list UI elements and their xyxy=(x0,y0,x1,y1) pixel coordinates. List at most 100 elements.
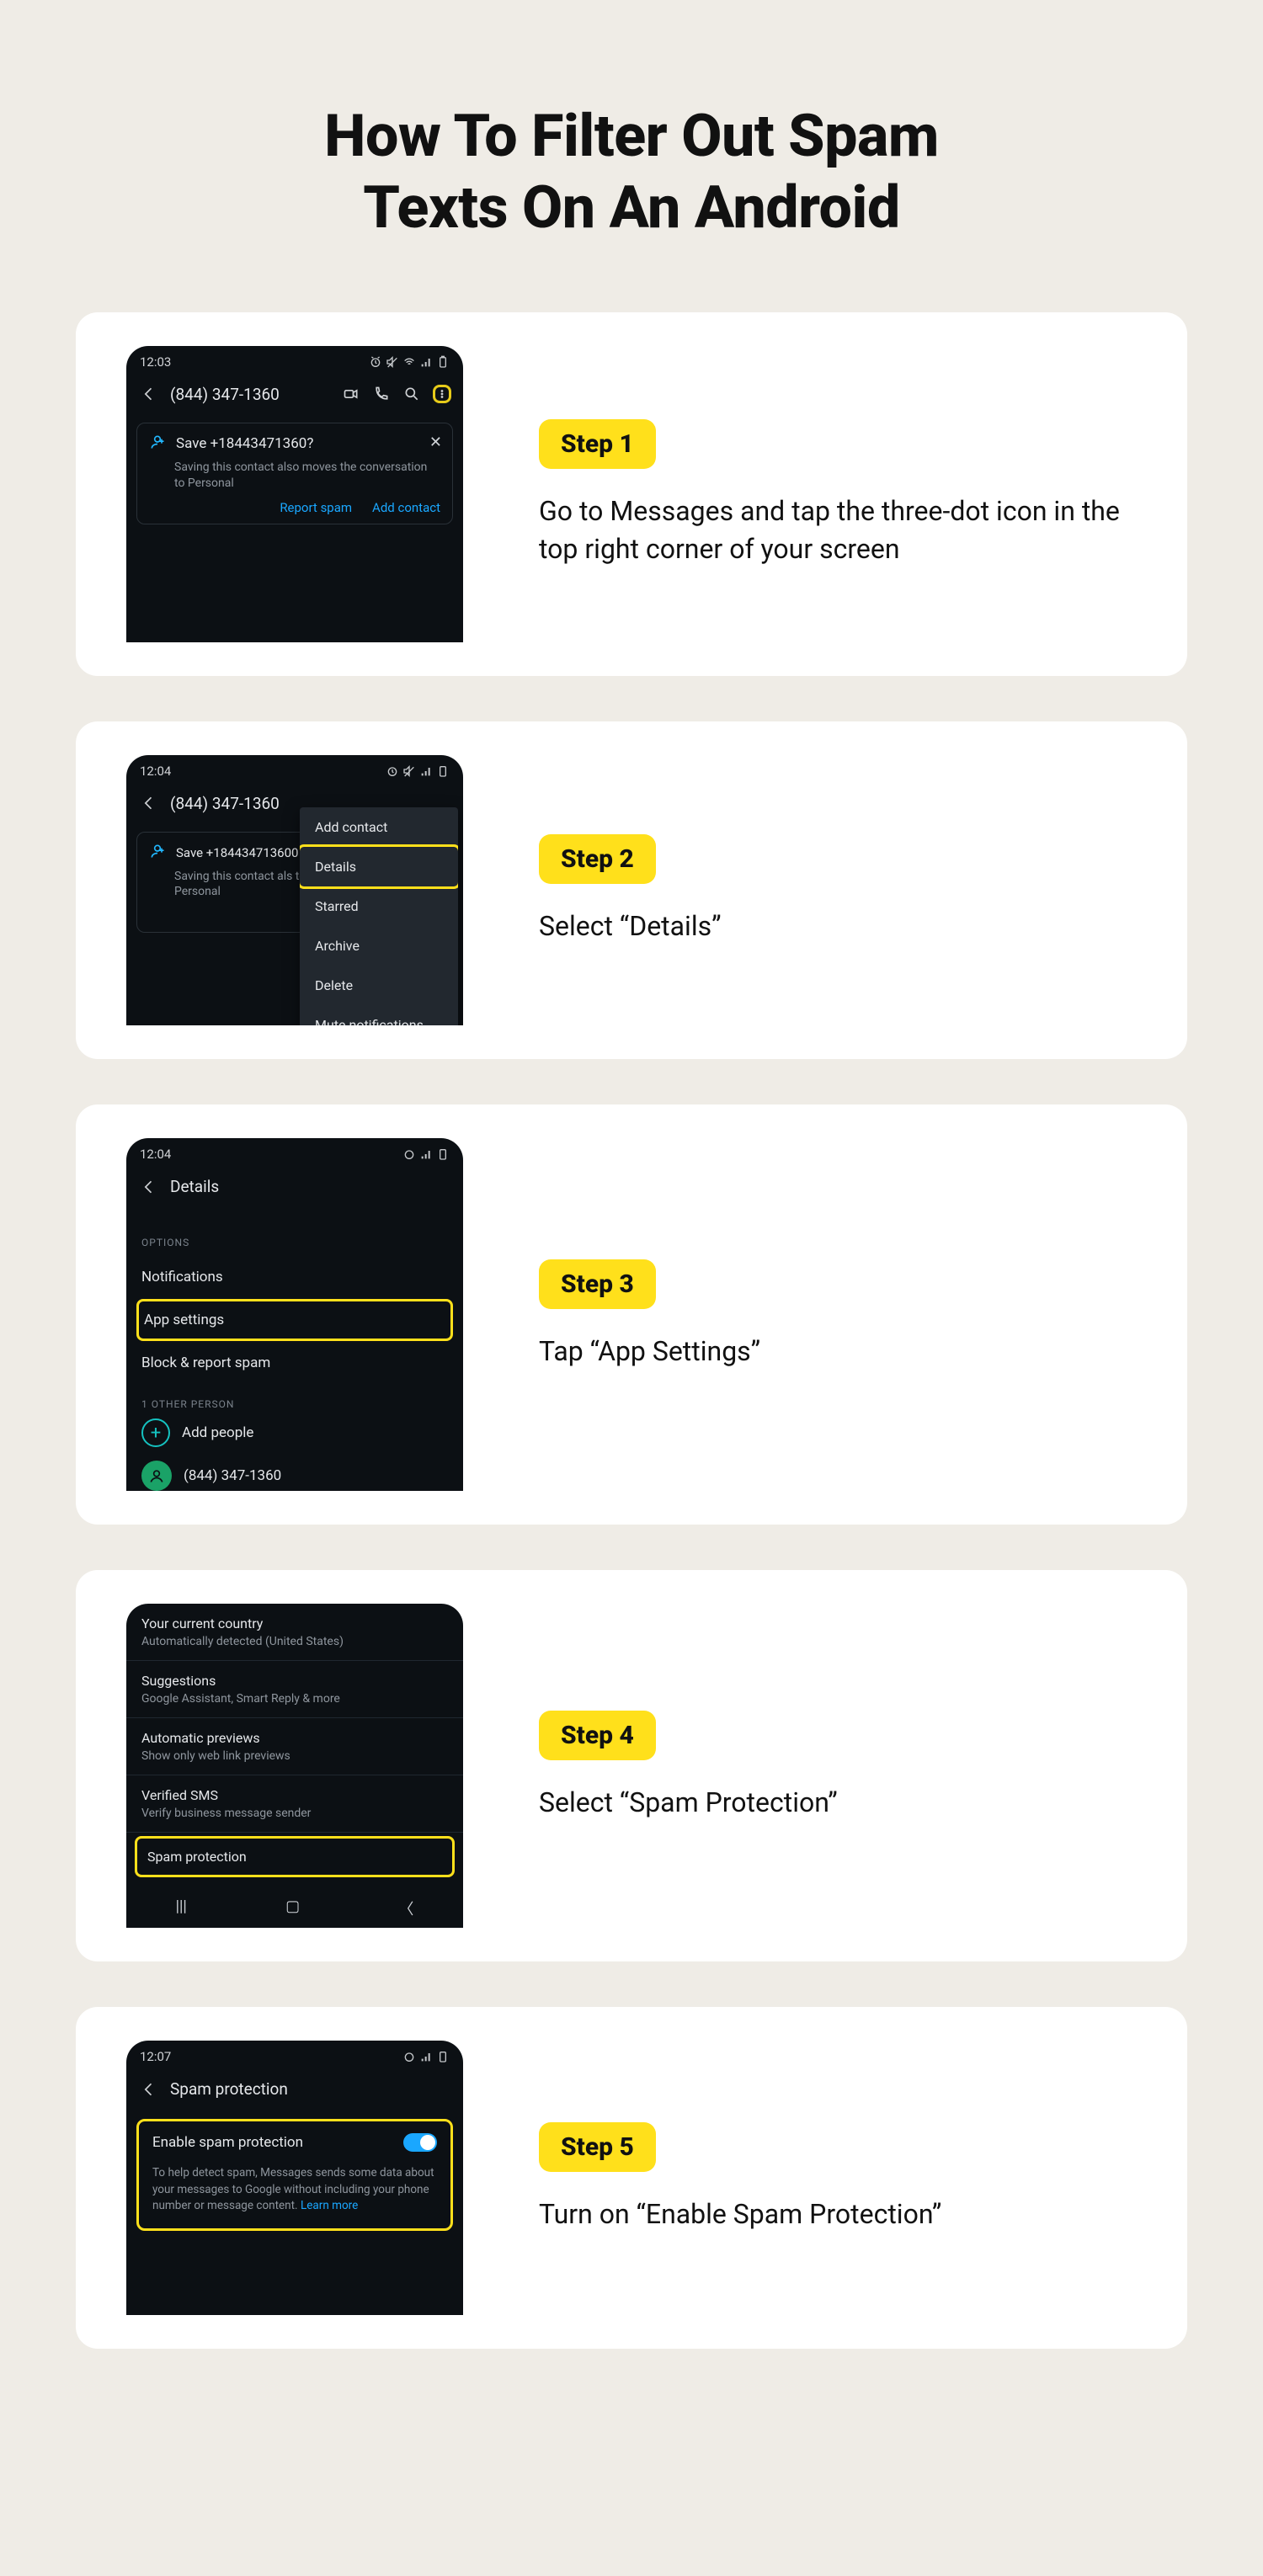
battery-icon xyxy=(436,2050,450,2063)
person-add-icon xyxy=(149,434,166,455)
learn-more-link[interactable]: Learn more xyxy=(301,2199,358,2212)
phone-mock-3: 12:04 Details OPTIONS Notifications App … xyxy=(126,1138,463,1491)
step-card-4: Your current country Automatically detec… xyxy=(76,1570,1187,1961)
status-bar: 12:07 xyxy=(126,2041,463,2068)
status-bar: 12:04 xyxy=(126,1138,463,1165)
screen-title: Spam protection xyxy=(170,2079,288,2099)
step-badge: Step 1 xyxy=(539,419,656,469)
contact-row[interactable]: (844) 347-1360 xyxy=(141,1461,448,1491)
settings-row[interactable]: Suggestions Google Assistant, Smart Repl… xyxy=(126,1661,463,1718)
report-spam-link[interactable]: Report spam xyxy=(280,500,352,515)
battery-icon xyxy=(436,1147,450,1161)
save-contact-banner: Save +18443471360? ✕ Saving this contact… xyxy=(136,423,453,524)
app-bar: (844) 347-1360 xyxy=(126,373,463,416)
phone-call-icon[interactable] xyxy=(372,385,391,403)
settings-row[interactable]: Verified SMS Verify business message sen… xyxy=(126,1775,463,1833)
status-bar: 12:03 xyxy=(126,346,463,373)
back-icon[interactable] xyxy=(140,1178,158,1196)
signal-icon xyxy=(419,2050,433,2063)
status-icons xyxy=(402,1147,450,1161)
status-time: 12:07 xyxy=(140,2049,171,2064)
more-menu-icon[interactable] xyxy=(433,385,451,403)
add-contact-link[interactable]: Add contact xyxy=(372,500,440,515)
alarm-icon xyxy=(402,1147,416,1161)
option-app-settings[interactable]: App settings xyxy=(136,1299,453,1341)
back-icon[interactable] xyxy=(140,385,158,403)
status-icons xyxy=(386,764,450,778)
alarm-icon xyxy=(369,355,382,369)
settings-row[interactable]: Automatic previews Show only web link pr… xyxy=(126,1718,463,1775)
recents-icon[interactable]: ||| xyxy=(176,1897,187,1919)
step-text: Tap “App Settings” xyxy=(539,1333,1120,1370)
search-icon[interactable] xyxy=(402,385,421,403)
signal-icon xyxy=(419,1147,433,1161)
save-contact-headline: Save +184434713600 xyxy=(176,845,298,860)
conversation-title: (844) 347-1360 xyxy=(170,794,280,813)
video-call-icon[interactable] xyxy=(342,385,360,403)
section-label-people: 1 OTHER PERSON xyxy=(141,1398,448,1410)
menu-delete[interactable]: Delete xyxy=(300,966,458,1005)
battery-icon xyxy=(436,355,450,369)
alarm-icon xyxy=(386,764,399,778)
status-icons xyxy=(369,355,450,369)
status-icons xyxy=(402,2050,450,2063)
avatar-icon xyxy=(141,1461,172,1491)
battery-icon xyxy=(436,764,450,778)
phone-mock-5: 12:07 Spam protection Enable spam protec… xyxy=(126,2041,463,2315)
step-card-2: 12:04 (844) 347-1360 Save +184434713600 … xyxy=(76,721,1187,1060)
step-card-5: 12:07 Spam protection Enable spam protec… xyxy=(76,2007,1187,2349)
enable-spam-protection-block: Enable spam protection To help detect sp… xyxy=(136,2119,453,2231)
menu-details[interactable]: Details xyxy=(300,844,458,889)
home-icon[interactable]: ▢ xyxy=(285,1897,300,1919)
alarm-icon xyxy=(402,2050,416,2063)
save-contact-sub: Saving this contact also moves the conve… xyxy=(174,460,440,492)
conversation-title: (844) 347-1360 xyxy=(170,385,280,404)
step-text: Turn on “Enable Spam Protection” xyxy=(539,2195,1120,2233)
phone-mock-2: 12:04 (844) 347-1360 Save +184434713600 … xyxy=(126,755,463,1026)
step-card-1: 12:03 (844) 347-1360 xyxy=(76,312,1187,676)
settings-spam-protection[interactable]: Spam protection xyxy=(135,1836,455,1877)
signal-icon xyxy=(419,764,433,778)
app-bar: Details xyxy=(126,1165,463,1208)
section-label-options: OPTIONS xyxy=(141,1237,448,1248)
menu-starred[interactable]: Starred xyxy=(300,886,458,926)
phone-mock-4: Your current country Automatically detec… xyxy=(126,1604,463,1928)
back-nav-icon[interactable]: 〈 xyxy=(398,1897,413,1919)
status-time: 12:04 xyxy=(140,764,171,779)
add-people-label: Add people xyxy=(182,1424,253,1441)
back-icon[interactable] xyxy=(140,2080,158,2099)
toggle-label: Enable spam protection xyxy=(152,2134,303,2151)
step-badge: Step 3 xyxy=(539,1259,656,1309)
page-title: How To Filter Out Spam Texts On An Andro… xyxy=(76,101,1187,245)
step-text: Go to Messages and tap the three-dot ico… xyxy=(539,492,1120,569)
enable-spam-toggle[interactable] xyxy=(403,2133,437,2152)
option-block-report[interactable]: Block & report spam xyxy=(141,1343,448,1383)
menu-archive[interactable]: Archive xyxy=(300,926,458,966)
step-badge: Step 5 xyxy=(539,2122,656,2172)
add-people-row[interactable]: + Add people xyxy=(141,1418,448,1447)
settings-row[interactable]: Your current country Automatically detec… xyxy=(126,1604,463,1661)
save-contact-headline: Save +18443471360? xyxy=(176,435,313,452)
menu-add-contact[interactable]: Add contact xyxy=(300,807,458,847)
step-text: Select “Spam Protection” xyxy=(539,1784,1120,1822)
step-badge: Step 2 xyxy=(539,834,656,884)
screen-title: Details xyxy=(170,1177,219,1196)
wifi-icon xyxy=(402,355,416,369)
app-bar: Spam protection xyxy=(126,2068,463,2110)
close-icon[interactable]: ✕ xyxy=(429,434,442,451)
menu-mute[interactable]: Mute notifications xyxy=(300,1005,458,1026)
overflow-menu: Add contact Details Starred Archive Dele… xyxy=(300,807,458,1026)
mute-icon xyxy=(402,764,416,778)
signal-icon xyxy=(419,355,433,369)
mute-icon xyxy=(386,355,399,369)
contact-number: (844) 347-1360 xyxy=(184,1467,281,1484)
phone-mock-1: 12:03 (844) 347-1360 xyxy=(126,346,463,642)
android-nav-bar: ||| ▢ 〈 xyxy=(126,1886,463,1928)
status-time: 12:03 xyxy=(140,354,171,370)
toggle-description: To help detect spam, Messages sends some… xyxy=(152,2165,437,2215)
person-add-icon xyxy=(149,843,166,864)
step-card-3: 12:04 Details OPTIONS Notifications App … xyxy=(76,1104,1187,1525)
back-icon[interactable] xyxy=(140,794,158,812)
plus-icon: + xyxy=(141,1418,170,1447)
option-notifications[interactable]: Notifications xyxy=(141,1257,448,1297)
